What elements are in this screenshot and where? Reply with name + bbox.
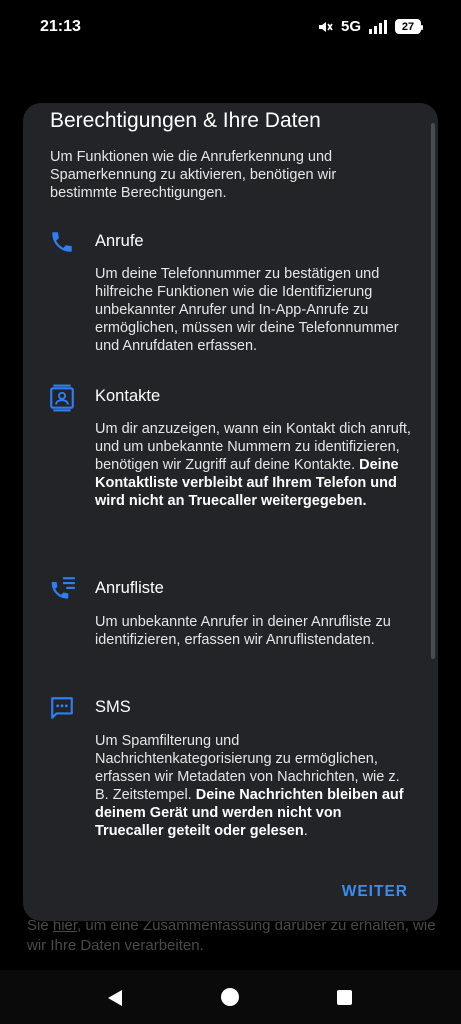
status-bar: 21:13 5G 27: [0, 0, 461, 56]
back-icon[interactable]: [106, 989, 124, 1012]
sms-icon: [49, 695, 77, 723]
continue-button[interactable]: WEITER: [342, 883, 408, 901]
mute-icon: [317, 19, 333, 35]
recents-icon[interactable]: [337, 990, 352, 1005]
section-title: Anrufliste: [95, 579, 164, 597]
scrollbar[interactable]: [431, 123, 435, 659]
network-type: 5G: [340, 18, 361, 35]
section-body: Um unbekannte Anrufer in deiner Anruflis…: [95, 614, 391, 648]
dialog-title: Berechtigungen & Ihre Daten: [50, 109, 321, 132]
permissions-dialog: Berechtigungen & Ihre Daten Um Funktione…: [23, 103, 438, 921]
contact-card-icon: [49, 384, 77, 412]
phone-icon: [49, 229, 77, 257]
section-body: Um deine Telefonnummer zu bestätigen und…: [95, 266, 399, 354]
section-body: Um Spamfilterung und Nachrichtenkategori…: [95, 733, 404, 839]
section-title: SMS: [95, 698, 131, 716]
status-time: 21:13: [40, 18, 81, 35]
signal-icon: [369, 19, 387, 34]
background-text: Sie hier, um eine Zusammenfassung darübe…: [27, 917, 436, 954]
call-log-icon: [49, 576, 77, 604]
status-icons: 5G 27: [317, 18, 423, 35]
battery-icon: 27: [395, 19, 423, 34]
home-icon[interactable]: [221, 988, 239, 1006]
dialog-intro: Um Funktionen wie die Anruferkennung und…: [50, 149, 337, 201]
navigation-bar: [0, 970, 461, 1024]
section-title: Anrufe: [95, 232, 144, 250]
section-title: Kontakte: [95, 387, 161, 405]
section-body: Um dir anzuzeigen, wann ein Kontakt dich…: [95, 421, 411, 509]
